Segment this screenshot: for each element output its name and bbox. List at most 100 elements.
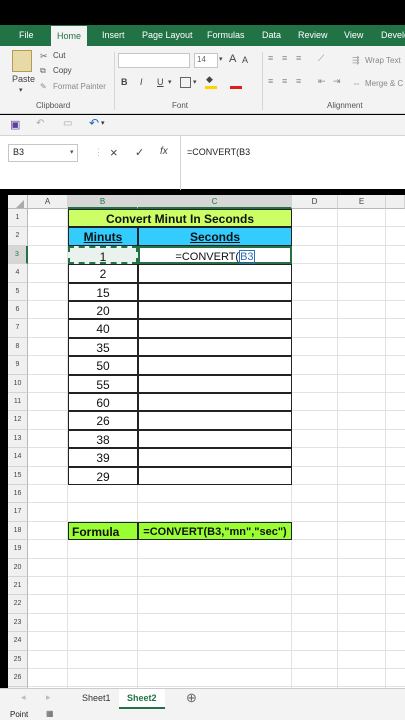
undo-dropdown-icon[interactable]: ▾ [101,119,105,127]
borders-dropdown-icon[interactable]: ▾ [193,78,197,86]
fill-color-icon[interactable] [205,86,217,89]
row-header-22[interactable]: 22 [8,595,28,614]
minutes-cell[interactable]: 60 [68,393,138,412]
font-color-icon[interactable] [230,86,242,89]
header-minutes[interactable]: Minuts [68,227,138,246]
row-header-8[interactable]: 8 [8,337,28,357]
row-header-18[interactable]: 18 [8,521,28,541]
underline-button[interactable]: U [157,77,164,87]
minutes-cell[interactable]: 15 [68,282,138,301]
seconds-cell[interactable] [138,429,292,449]
row-header-17[interactable]: 17 [8,503,28,522]
align-middle-icon[interactable]: ≡ [282,53,287,63]
row-header-2[interactable]: 2 [8,227,28,246]
insert-function-button[interactable]: fx [160,146,168,157]
row-header-11[interactable]: 11 [8,393,28,412]
font-size-box[interactable]: 14 [194,53,218,68]
font-name-box[interactable] [118,53,190,68]
row-header-16[interactable]: 16 [8,485,28,504]
column-header-b[interactable]: B [68,195,138,209]
grow-font-button[interactable]: A [229,53,236,65]
merge-center-button[interactable]: Merge & C [365,79,403,88]
row-header-14[interactable]: 14 [8,448,28,467]
column-header-a[interactable]: A [28,195,68,209]
format-painter-button[interactable]: Format Painter [53,82,106,91]
scroll-left-icon[interactable]: ◂ [21,692,26,703]
paste-icon[interactable] [12,50,32,72]
cut-button[interactable]: Cut [53,51,65,60]
seconds-cell[interactable] [138,319,292,338]
save-icon[interactable]: ▣ [10,118,20,131]
header-seconds[interactable]: Seconds [138,227,292,246]
column-header-e[interactable]: E [338,195,386,209]
seconds-cell[interactable] [138,301,292,320]
font-size-dropdown-icon[interactable]: ▾ [219,55,223,63]
seconds-cell[interactable] [138,448,292,467]
row-header-1[interactable]: 1 [8,209,28,228]
tab-data[interactable]: Data [262,25,281,46]
orientation-icon[interactable]: ⟋ [318,53,324,64]
minutes-cell[interactable]: 40 [68,319,138,338]
paste-button[interactable]: Paste [12,74,35,84]
row-header-5[interactable]: 5 [8,282,28,301]
tab-file[interactable]: File [19,25,34,46]
minutes-cell[interactable]: 29 [68,466,138,485]
row-header-23[interactable]: 23 [8,613,28,633]
decrease-indent-icon[interactable]: ⇤ [318,76,326,87]
seconds-cell[interactable] [138,411,292,430]
row-header-13[interactable]: 13 [8,429,28,449]
seconds-cell-editing[interactable]: =CONVERT(B3 [138,245,292,265]
align-center-icon[interactable]: ≡ [282,76,287,86]
title-cell[interactable]: Convert Minut In Seconds [68,209,292,228]
new-sheet-icon[interactable]: ⊕ [186,690,197,706]
underline-dropdown-icon[interactable]: ▾ [168,78,172,86]
seconds-cell[interactable] [138,356,292,375]
row-header-20[interactable]: 20 [8,558,28,577]
print-preview-icon[interactable]: ▭ [63,118,72,129]
minutes-cell[interactable]: 39 [68,448,138,467]
minutes-cell[interactable]: 35 [68,337,138,357]
row-header-3[interactable]: 3 [8,245,28,265]
worksheet-grid[interactable]: ABCDE 1 2 3 4 5 6 7 8 9 10 11 12 13 14 15 16 17 18 19 20 21 2… [8,195,405,720]
bold-button[interactable]: B [121,77,128,87]
seconds-cell[interactable] [138,466,292,485]
tab-insert[interactable]: Insert [102,25,125,46]
minutes-cell[interactable]: 55 [68,374,138,393]
row-header-7[interactable]: 7 [8,319,28,338]
row-header-6[interactable]: 6 [8,301,28,320]
tab-formulas[interactable]: Formulas [207,25,245,46]
tab-review[interactable]: Review [298,25,328,46]
row-header-15[interactable]: 15 [8,466,28,485]
name-box[interactable]: B3 [8,144,78,162]
undo-icon[interactable]: ↶ [89,116,99,130]
formula-text-cell[interactable]: =CONVERT(B3,"mn","sec") [138,521,292,541]
tab-home[interactable]: Home [51,26,88,46]
borders-icon[interactable] [180,77,191,88]
copy-button[interactable]: Copy [53,66,72,75]
paste-dropdown-icon[interactable]: ▾ [19,86,23,94]
row-header-26[interactable]: 26 [8,669,28,688]
seconds-cell[interactable] [138,374,292,393]
row-header-25[interactable]: 25 [8,650,28,669]
enter-button[interactable]: ✓ [135,146,144,159]
tab-page-layout[interactable]: Page Layout [142,25,193,46]
shrink-font-button[interactable]: A [242,55,248,65]
macro-record-icon[interactable]: ▦ [46,709,54,718]
tab-developer[interactable]: Develo [381,25,405,46]
touch-mode-icon[interactable]: ↶ [36,118,44,129]
minutes-cell[interactable]: 26 [68,411,138,430]
scroll-right-icon[interactable]: ▸ [46,692,51,703]
seconds-cell[interactable] [138,282,292,301]
italic-button[interactable]: I [140,77,143,87]
align-bottom-icon[interactable]: ≡ [296,53,301,63]
row-header-4[interactable]: 4 [8,264,28,283]
minutes-cell-selected[interactable]: 1 [68,245,138,265]
name-box-dropdown-icon[interactable]: ▾ [70,148,74,156]
minutes-cell[interactable]: 50 [68,356,138,375]
seconds-cell[interactable] [138,393,292,412]
cancel-entry-button[interactable]: × [110,145,118,160]
tab-view[interactable]: View [344,25,363,46]
row-header-9[interactable]: 9 [8,356,28,375]
column-header-d[interactable]: D [292,195,338,209]
formula-label-cell[interactable]: Formula [68,521,138,541]
